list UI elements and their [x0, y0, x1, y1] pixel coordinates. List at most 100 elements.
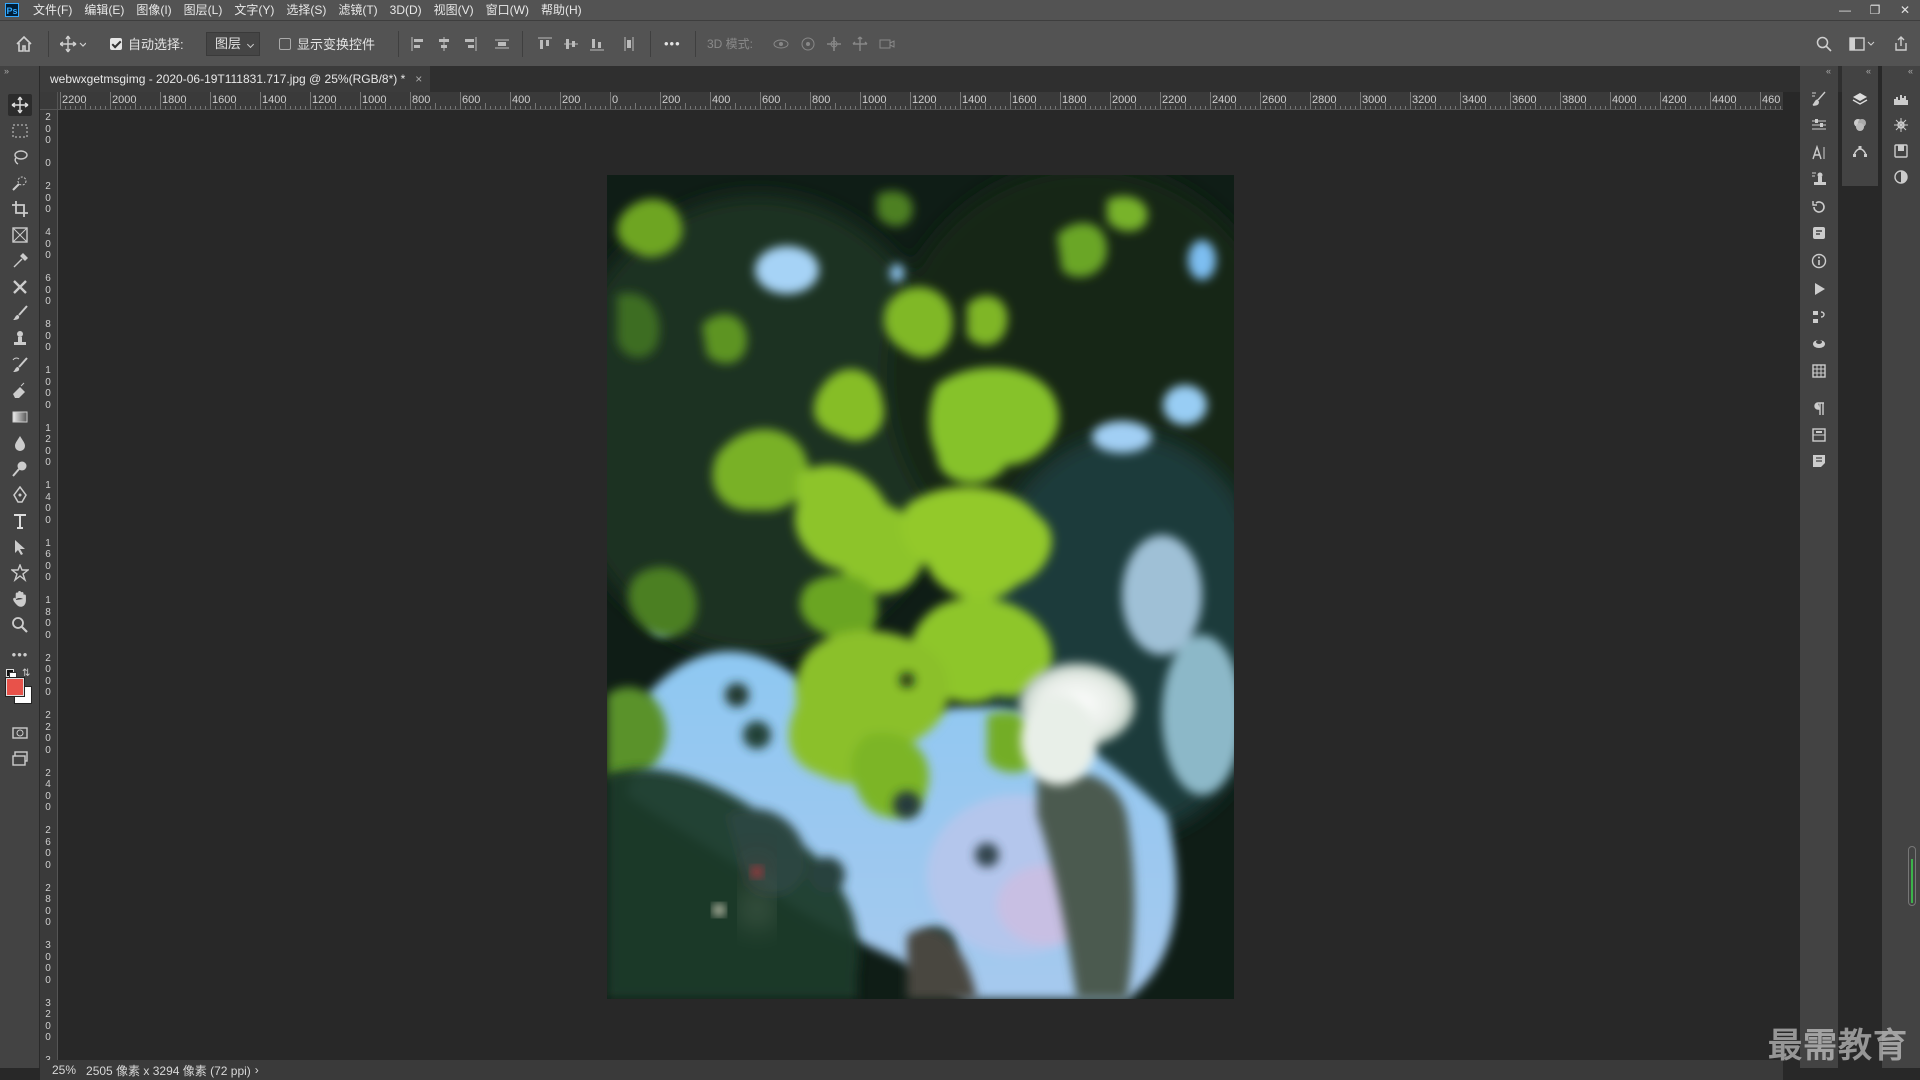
- horizontal-ruler[interactable]: 2200 2000 1800 1600 1400 1200 1000 800 600 400 200…: [58, 92, 1783, 110]
- align-vertical-center-icon[interactable]: [563, 36, 579, 52]
- menu-image[interactable]: 图像(I): [130, 0, 177, 20]
- align-right-icon[interactable]: [462, 36, 478, 52]
- tool-presets-icon[interactable]: [1808, 222, 1830, 244]
- crop-tool-icon[interactable]: [8, 198, 32, 220]
- info-icon[interactable]: [1808, 250, 1830, 272]
- gradient-tool-icon[interactable]: [8, 406, 32, 428]
- collapse-dock-icon[interactable]: «: [1826, 66, 1831, 76]
- hand-tool-icon[interactable]: [8, 588, 32, 610]
- measurement-log-icon[interactable]: [1808, 360, 1830, 382]
- color-icon[interactable]: [1890, 166, 1912, 188]
- edit-toolbar-icon[interactable]: •••: [8, 643, 32, 665]
- more-options-button[interactable]: •••: [664, 21, 681, 66]
- move-tool-icon[interactable]: [8, 94, 32, 116]
- type-tool-icon[interactable]: [8, 510, 32, 532]
- align-horizontal-center-icon[interactable]: [436, 36, 452, 52]
- status-menu-arrow[interactable]: ›: [255, 1063, 259, 1077]
- menu-window[interactable]: 窗口(W): [480, 0, 535, 20]
- actions-play-icon[interactable]: [1808, 278, 1830, 300]
- histogram-icon[interactable]: [1890, 88, 1912, 110]
- show-transform-checkbox[interactable]: [279, 37, 291, 50]
- align-bottom-icon[interactable]: [589, 36, 605, 52]
- menu-3d[interactable]: 3D(D): [384, 0, 428, 20]
- eyedropper-tool-icon[interactable]: [8, 250, 32, 272]
- panel-scroll-indicator[interactable]: [1908, 846, 1916, 906]
- search-icon[interactable]: [1816, 21, 1832, 66]
- layers-icon[interactable]: [1849, 88, 1871, 110]
- menu-file[interactable]: 文件(F): [27, 0, 78, 20]
- character-styles-icon[interactable]: [1808, 142, 1830, 164]
- document-image[interactable]: [607, 175, 1234, 999]
- adjustments-icon[interactable]: [1808, 114, 1830, 136]
- clone-stamp-tool-icon[interactable]: [8, 328, 32, 350]
- marquee-tool-icon[interactable]: [8, 120, 32, 142]
- history-icon[interactable]: [1808, 196, 1830, 218]
- close-tab-icon[interactable]: ×: [415, 72, 422, 86]
- quick-selection-tool-icon[interactable]: [8, 172, 32, 194]
- navigator-icon[interactable]: [1890, 114, 1912, 136]
- 3d-panel-icon[interactable]: [1808, 332, 1830, 354]
- auto-select-checkbox[interactable]: [110, 37, 122, 50]
- document-tab[interactable]: webwxgetmsgimg - 2020-06-19T111831.717.j…: [40, 66, 431, 92]
- menu-filter[interactable]: 滤镜(T): [332, 0, 383, 20]
- clone-source-icon[interactable]: [1808, 168, 1830, 190]
- align-top-icon[interactable]: [537, 36, 553, 52]
- distribute-horizontal-icon[interactable]: [621, 36, 637, 52]
- screen-mode-icon[interactable]: [8, 748, 32, 770]
- distribute-vertical-icon[interactable]: [494, 36, 510, 52]
- ruler-origin[interactable]: [40, 92, 58, 110]
- notes-icon[interactable]: [1808, 450, 1830, 472]
- quick-mask-icon[interactable]: [8, 722, 32, 744]
- pen-tool-icon[interactable]: [8, 484, 32, 506]
- minimize-icon[interactable]: —: [1830, 0, 1860, 20]
- restore-icon[interactable]: ❐: [1860, 0, 1890, 20]
- ruler-minor-tick: [1465, 106, 1466, 109]
- collapse-dock-icon[interactable]: «: [1908, 66, 1913, 76]
- menu-select[interactable]: 选择(S): [280, 0, 332, 20]
- healing-brush-tool-icon[interactable]: [8, 276, 32, 298]
- timeline-icon[interactable]: [1808, 306, 1830, 328]
- align-left-icon[interactable]: [410, 36, 426, 52]
- path-selection-tool-icon[interactable]: [8, 536, 32, 558]
- glyphs-icon[interactable]: [1808, 424, 1830, 446]
- ruler-minor-tick: [920, 106, 921, 109]
- libraries-icon[interactable]: [1890, 140, 1912, 162]
- 3d-camera-icon[interactable]: [878, 36, 896, 52]
- auto-select-target-dropdown[interactable]: 图层: [206, 31, 261, 56]
- collapse-toolbar-icon[interactable]: »: [4, 66, 9, 76]
- workspace-switcher-icon[interactable]: [1849, 21, 1875, 66]
- history-brush-tool-icon[interactable]: [8, 354, 32, 376]
- paragraph-icon[interactable]: [1808, 398, 1830, 420]
- menu-help[interactable]: 帮助(H): [535, 0, 588, 20]
- vertical-ruler[interactable]: 2000200400600800100012001400160018002000…: [40, 110, 58, 1068]
- menu-layer[interactable]: 图层(L): [178, 0, 229, 20]
- 3d-orbit-icon[interactable]: [772, 36, 790, 52]
- frame-tool-icon[interactable]: [8, 224, 32, 246]
- home-icon[interactable]: [15, 21, 33, 66]
- channels-icon[interactable]: [1849, 114, 1871, 136]
- menu-type[interactable]: 文字(Y): [228, 0, 280, 20]
- brush-tool-icon[interactable]: [8, 302, 32, 324]
- 3d-slide-icon[interactable]: [852, 36, 868, 52]
- menu-edit[interactable]: 编辑(E): [78, 0, 130, 20]
- zoom-level[interactable]: 25%: [52, 1063, 76, 1077]
- close-window-icon[interactable]: ✕: [1890, 0, 1920, 20]
- lasso-tool-icon[interactable]: [8, 146, 32, 168]
- menu-bar: Ps 文件(F) 编辑(E) 图像(I) 图层(L) 文字(Y) 选择(S) 滤…: [0, 0, 1920, 20]
- foreground-color-swatch[interactable]: [6, 678, 24, 696]
- menu-view[interactable]: 视图(V): [428, 0, 480, 20]
- 3d-roll-icon[interactable]: [800, 36, 816, 52]
- eraser-tool-icon[interactable]: [8, 380, 32, 402]
- 3d-pan-icon[interactable]: [826, 36, 842, 52]
- shape-tool-icon[interactable]: [8, 562, 32, 584]
- brush-settings-icon[interactable]: [1808, 88, 1830, 110]
- canvas-area[interactable]: [58, 110, 1783, 1065]
- move-tool-preset-icon[interactable]: [60, 21, 86, 66]
- share-icon[interactable]: [1893, 21, 1909, 66]
- collapse-dock-icon[interactable]: «: [1866, 66, 1871, 76]
- separator: [650, 31, 651, 57]
- paths-icon[interactable]: [1849, 140, 1871, 162]
- dodge-tool-icon[interactable]: [8, 458, 32, 480]
- blur-tool-icon[interactable]: [8, 432, 32, 454]
- zoom-tool-icon[interactable]: [8, 614, 32, 636]
